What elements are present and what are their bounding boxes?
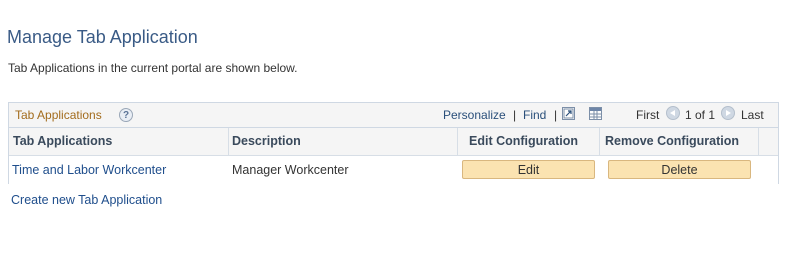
last-page-label: Last: [741, 108, 764, 122]
column-header-edit-configuration: Edit Configuration: [469, 134, 579, 148]
table-row: Time and Labor Workcenter Manager Workce…: [9, 156, 778, 184]
zoom-grid-icon[interactable]: [562, 107, 575, 120]
toolbar-separator: |: [513, 108, 517, 122]
column-header-description[interactable]: Description: [232, 128, 301, 155]
help-question-icon[interactable]: ?: [119, 108, 133, 122]
find-link[interactable]: Find: [523, 108, 546, 122]
column-header-remove-configuration: Remove Configuration: [605, 134, 740, 148]
column-header-tab-applications[interactable]: Tab Applications: [13, 128, 112, 155]
personalize-link[interactable]: Personalize: [443, 108, 506, 122]
next-arrow-icon[interactable]: [721, 106, 735, 120]
delete-button[interactable]: Delete: [608, 160, 751, 179]
page-range: 1 of 1: [685, 108, 716, 122]
create-new-tab-application-link[interactable]: Create new Tab Application: [11, 193, 162, 207]
previous-arrow-icon[interactable]: [666, 106, 680, 120]
column-header-row: Tab Applications Description Edit Config…: [9, 128, 778, 156]
tab-application-link[interactable]: Time and Labor Workcenter: [12, 156, 166, 184]
grid-header: Tab Applications ? Personalize | Find | …: [9, 103, 778, 128]
tab-applications-grid: Tab Applications ? Personalize | Find | …: [8, 102, 779, 184]
download-spreadsheet-icon[interactable]: [589, 107, 602, 120]
toolbar-separator: |: [554, 108, 558, 122]
first-page-label: First: [636, 108, 660, 122]
description-cell: Manager Workcenter: [232, 163, 349, 177]
page-title: Manage Tab Application: [7, 27, 198, 47]
page-description: Tab Applications in the current portal a…: [8, 61, 298, 75]
edit-button[interactable]: Edit: [462, 160, 595, 179]
grid-title: Tab Applications: [15, 108, 102, 122]
